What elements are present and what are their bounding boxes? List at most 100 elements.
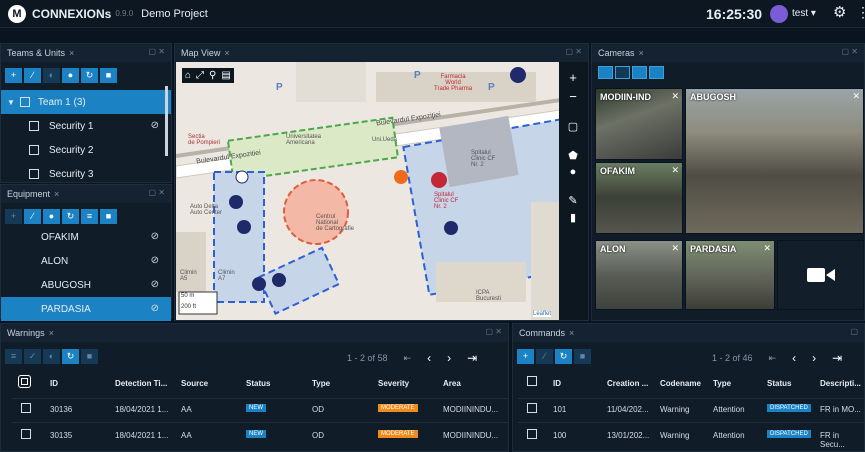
edit-button[interactable]: ∕ [24, 208, 41, 224]
last-page-button[interactable]: ⇥ [467, 351, 477, 365]
column-header-severity[interactable]: Severity [378, 379, 409, 388]
delete-button[interactable]: ■ [81, 348, 98, 364]
prev-page-button[interactable]: ‹ [427, 351, 431, 365]
camera-feed-ofakim[interactable]: OFAKIM ✕ [595, 162, 683, 234]
close-icon[interactable]: ✕ [671, 243, 679, 254]
layers-icon[interactable]: ▤ [221, 70, 230, 81]
headset-button[interactable]: ◐ [43, 348, 60, 364]
draw-polygon-icon[interactable]: ⬟ [568, 149, 578, 162]
avatar[interactable] [770, 5, 788, 23]
close-icon[interactable]: × [54, 189, 59, 199]
window-controls-icon[interactable]: ▢ ✕ [149, 188, 165, 197]
camera-feed-pardasia[interactable]: PARDASIA ✕ [685, 240, 775, 310]
refresh-button[interactable]: ↻ [62, 208, 79, 224]
draw-circle-icon[interactable]: ● [570, 166, 577, 178]
layout-3x3-button[interactable] [632, 66, 647, 79]
unit-row-security-1[interactable]: Security 1 ⊘ [1, 114, 171, 138]
select-all-checkbox[interactable] [18, 375, 31, 388]
map-canvas[interactable]: ⌂ ⤢ ⚲ ▤ + − ▢ ⬟ ● ✎ ▮ Farmacia World Trade … [176, 62, 588, 320]
column-header-area[interactable]: Area [443, 379, 461, 388]
unit-checkbox[interactable] [29, 121, 39, 131]
table-row[interactable] [518, 422, 864, 446]
camera-feed-alon[interactable]: ALON ✕ [595, 240, 683, 310]
home-icon[interactable]: ⌂ [185, 70, 191, 81]
location-button[interactable]: ● [43, 208, 60, 224]
gear-icon[interactable]: ⚙ [833, 3, 846, 21]
close-icon[interactable]: ✕ [671, 91, 679, 102]
camera-feed-modiin-ind[interactable]: MODIIN-IND ✕ [595, 88, 683, 160]
add-button[interactable]: + [5, 67, 22, 83]
edit-button[interactable]: ∕ [536, 348, 553, 364]
window-controls-icon[interactable]: ▢ [850, 327, 858, 336]
close-icon[interactable]: × [639, 48, 644, 58]
column-header-status[interactable]: Status [246, 379, 270, 388]
row-checkbox[interactable] [21, 429, 31, 439]
next-page-button[interactable]: › [812, 351, 816, 365]
column-header-type[interactable]: Type [713, 379, 731, 388]
team-row[interactable]: ▼ Team 1 (3) [1, 90, 171, 114]
search-icon[interactable]: ⚲ [209, 70, 216, 81]
list-button[interactable]: ≡ [81, 208, 98, 224]
equipment-row-abugosh[interactable]: ABUGOSH ⊘ [1, 273, 171, 297]
column-header-codename[interactable]: Codename [660, 379, 701, 388]
user-menu[interactable]: test ▾ [792, 8, 816, 19]
draw-rectangle-icon[interactable]: ▢ [568, 120, 578, 133]
delete-button[interactable]: ■ [100, 67, 117, 83]
select-all-checkbox[interactable] [527, 376, 537, 386]
column-header-type[interactable]: Type [312, 379, 330, 388]
column-header-status[interactable]: Status [767, 379, 791, 388]
delete-button[interactable]: ■ [100, 208, 117, 224]
layout-2x2-button[interactable] [615, 66, 630, 79]
chevron-down-icon[interactable]: ▼ [7, 98, 15, 107]
last-page-button[interactable]: ⇥ [832, 351, 842, 365]
camera-empty-slot[interactable] [777, 240, 864, 310]
row-checkbox[interactable] [527, 403, 537, 413]
headset-button[interactable]: ◐ [43, 67, 60, 83]
window-controls-icon[interactable]: ▢ ✕ [566, 47, 582, 56]
equipment-row-alon[interactable]: ALON ⊘ [1, 249, 171, 273]
close-icon[interactable]: ✕ [671, 165, 679, 176]
next-page-button[interactable]: › [447, 351, 451, 365]
check-button[interactable]: ✓ [24, 348, 41, 364]
column-header-detection-time[interactable]: Detection Ti... [115, 379, 167, 388]
layout-4x4-button[interactable] [649, 66, 664, 79]
prev-page-button[interactable]: ‹ [792, 351, 796, 365]
refresh-button[interactable]: ↻ [81, 67, 98, 83]
window-controls-icon[interactable]: ▢ ✕ [486, 327, 502, 336]
window-controls-icon[interactable]: ▢ ✕ [842, 47, 858, 56]
camera-feed-abugosh[interactable]: ABUGOSH ✕ [685, 88, 864, 234]
fullscreen-icon[interactable]: ⤢ [196, 70, 204, 81]
zoom-in-button[interactable]: + [569, 70, 577, 85]
add-button[interactable]: + [5, 208, 22, 224]
unit-row-security-3[interactable]: Security 3 [1, 162, 171, 186]
team-checkbox[interactable] [19, 97, 30, 107]
close-icon[interactable]: × [569, 328, 574, 338]
project-name[interactable]: Demo Project [141, 8, 208, 20]
leaflet-attribution[interactable]: Leaflet [533, 311, 552, 317]
refresh-button[interactable]: ↻ [555, 348, 572, 364]
close-icon[interactable]: ✕ [763, 243, 771, 254]
refresh-button[interactable]: ↻ [62, 348, 79, 364]
column-header-description[interactable]: Descripti... [820, 379, 861, 388]
close-icon[interactable]: × [224, 48, 229, 58]
unit-checkbox[interactable] [29, 145, 39, 155]
table-row[interactable] [518, 398, 864, 422]
first-page-button[interactable]: ⇤ [404, 353, 412, 364]
column-header-creation[interactable]: Creation ... [607, 379, 648, 388]
close-icon[interactable]: ✕ [852, 91, 860, 102]
delete-shapes-icon[interactable]: ▮ [570, 211, 576, 224]
layout-1x1-button[interactable] [598, 66, 613, 79]
first-page-button[interactable]: ⇤ [769, 353, 777, 364]
scrollbar[interactable] [165, 86, 168, 156]
location-button[interactable]: ● [62, 67, 79, 83]
column-header-id[interactable]: ID [50, 379, 58, 388]
row-checkbox[interactable] [527, 429, 537, 439]
list-button[interactable]: ≡ [5, 348, 22, 364]
column-header-source[interactable]: Source [181, 379, 208, 388]
close-icon[interactable]: × [69, 48, 74, 58]
edit-shapes-icon[interactable]: ✎ [568, 194, 577, 207]
kebab-menu-icon[interactable]: ⋮ [856, 4, 865, 21]
delete-button[interactable]: ■ [574, 348, 591, 364]
edit-button[interactable]: ∕ [24, 67, 41, 83]
unit-checkbox[interactable] [29, 169, 39, 179]
